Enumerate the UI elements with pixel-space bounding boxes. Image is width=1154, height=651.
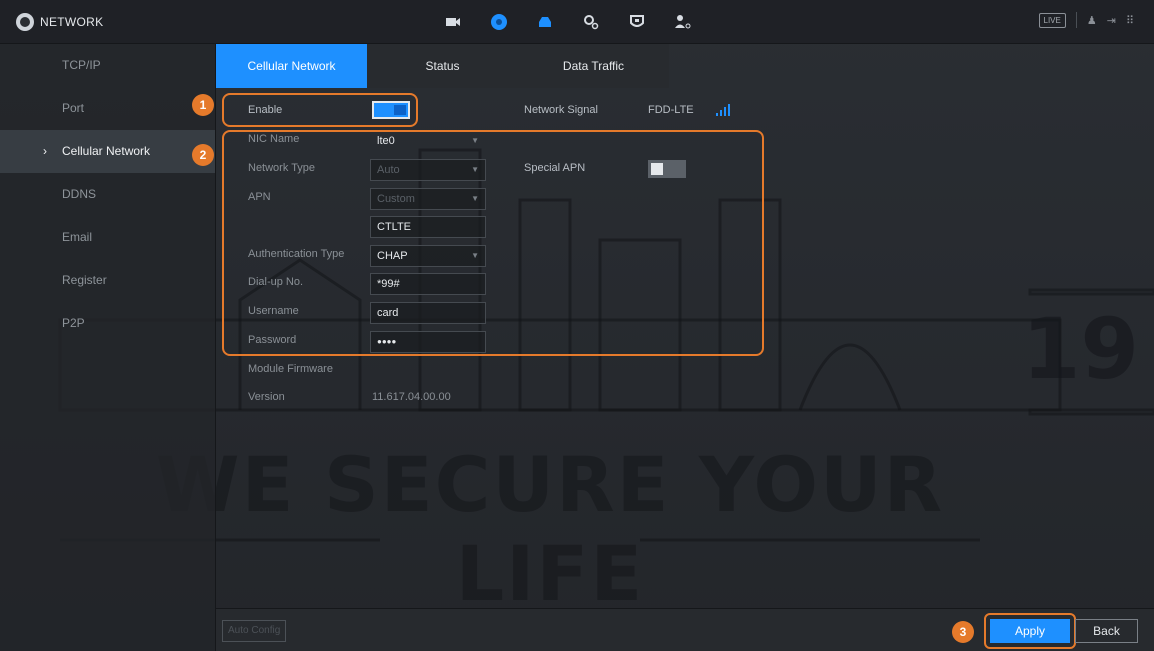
version-label: Version	[248, 391, 285, 403]
callout-badge-1: 1	[192, 94, 214, 116]
back-button[interactable]: Back	[1075, 619, 1138, 643]
footer-bar: Auto Config 3 Apply Back	[216, 608, 1154, 651]
version-value: 11.617.04.00.00	[372, 391, 451, 403]
signal-strength-icon	[716, 102, 730, 116]
live-button[interactable]: LIVE	[1038, 12, 1066, 28]
account-icon[interactable]	[660, 0, 706, 44]
user-icon[interactable]: ♟	[1087, 14, 1097, 27]
network-signal-value: FDD-LTE	[648, 104, 694, 116]
logout-icon[interactable]: ⇥	[1107, 14, 1116, 27]
chevron-right-icon: ›	[43, 144, 47, 158]
sidebar-item-ddns[interactable]: DDNS	[0, 173, 215, 216]
security-icon[interactable]	[614, 0, 660, 44]
sidebar-item-email[interactable]: Email	[0, 216, 215, 259]
network-signal-label: Network Signal	[524, 104, 598, 116]
tab-data-traffic[interactable]: Data Traffic	[518, 44, 669, 88]
callout-box-2	[222, 130, 764, 356]
top-nav	[430, 0, 706, 44]
tab-status[interactable]: Status	[367, 44, 518, 88]
tab-bar: Cellular Network Status Data Traffic	[216, 44, 669, 88]
module-firmware-label: Module Firmware	[248, 363, 333, 375]
callout-badge-3: 3	[952, 621, 974, 643]
sidebar-item-label: P2P	[62, 316, 85, 330]
top-bar: NETWORK LIVE ♟ ⇥ ⠿	[0, 0, 1154, 44]
cellular-network-form: Enable Network Signal FDD-LTE NIC Name l…	[192, 88, 1154, 608]
callout-box-1	[222, 93, 418, 127]
sidebar-item-label: Register	[62, 273, 107, 287]
sidebar-item-label: Cellular Network	[62, 144, 151, 158]
camera-icon[interactable]	[430, 0, 476, 44]
sidebar-item-tcpip[interactable]: TCP/IP	[0, 44, 215, 87]
sidebar-item-p2p[interactable]: P2P	[0, 302, 215, 345]
sidebar-item-label: Port	[62, 101, 85, 115]
top-right-tools: LIVE ♟ ⇥ ⠿	[1038, 12, 1134, 28]
sidebar-item-label: TCP/IP	[62, 58, 101, 72]
network-icon[interactable]	[476, 0, 522, 44]
tab-cellular-network[interactable]: Cellular Network	[216, 44, 367, 88]
sidebar-item-cellular-network[interactable]: › Cellular Network	[0, 130, 215, 173]
menu-grid-icon[interactable]: ⠿	[1126, 14, 1134, 27]
sidebar-item-label: DDNS	[62, 187, 97, 201]
settings-icon[interactable]	[568, 0, 614, 44]
sidebar: TCP/IP Port › Cellular Network DDNS Email…	[0, 44, 216, 651]
divider	[1075, 12, 1077, 28]
callout-badge-2: 2	[192, 144, 214, 166]
auto-config-button[interactable]: Auto Config	[222, 620, 287, 642]
app-title: NETWORK	[40, 15, 104, 29]
sidebar-item-port[interactable]: Port	[0, 87, 215, 130]
sidebar-item-label: Email	[62, 230, 93, 244]
apply-button[interactable]: Apply	[990, 619, 1070, 643]
sidebar-item-register[interactable]: Register	[0, 259, 215, 302]
storage-icon[interactable]	[522, 0, 568, 44]
network-logo-icon	[16, 13, 34, 31]
